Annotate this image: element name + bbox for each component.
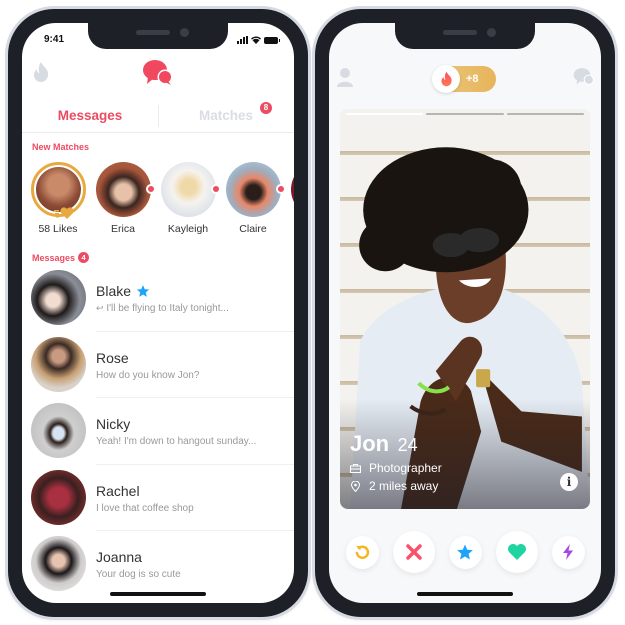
match-item-partial[interactable] [290, 162, 294, 246]
gold-toggle[interactable]: +8 [432, 65, 496, 93]
photo-indicator-1[interactable] [346, 113, 424, 115]
unread-dot [275, 184, 286, 194]
super-like-button[interactable] [448, 535, 482, 569]
header: +8 [329, 57, 601, 97]
x-icon [405, 544, 422, 560]
matches-badge: 8 [260, 102, 272, 114]
flame-icon [440, 71, 452, 87]
message-row[interactable]: Joanna Your dog is so cute [22, 531, 294, 598]
signal-icon [237, 36, 248, 44]
avatar [31, 536, 86, 591]
briefcase-icon [350, 463, 361, 473]
lightning-icon [563, 544, 573, 560]
notch [395, 23, 535, 49]
photo-indicator-2[interactable] [426, 113, 504, 115]
avatar [31, 270, 86, 325]
swipe-screen: +8 Jon 24 Photographer 2 miles away i [329, 23, 601, 603]
super-like-star-icon [136, 285, 150, 297]
match-item[interactable]: Kayleigh [160, 162, 221, 246]
unread-dot [210, 184, 221, 194]
location-pin-icon [350, 480, 361, 492]
action-bar [329, 531, 601, 573]
avatar [290, 162, 294, 217]
match-name: Kayleigh [167, 223, 209, 235]
messages-count-badge: 4 [78, 252, 90, 263]
new-matches-carousel[interactable]: 58 Likes Erica Kayleigh Claire [30, 162, 294, 246]
flame-icon[interactable] [32, 61, 50, 83]
message-row[interactable]: Nicky Yeah! I'm down to hangout sunday..… [22, 398, 294, 465]
match-name: 58 Likes [38, 223, 78, 235]
messages-logo-icon[interactable] [142, 59, 174, 87]
status-time: 9:41 [44, 34, 65, 45]
home-indicator[interactable] [417, 592, 513, 596]
avatar [31, 336, 86, 392]
match-item[interactable]: Erica [95, 162, 156, 246]
avatar [30, 162, 86, 219]
tab-matches[interactable]: Matches 8 [158, 99, 294, 132]
message-row[interactable]: Rachel I love that coffee shop [22, 465, 294, 531]
boost-button[interactable] [551, 535, 585, 569]
notch [88, 23, 228, 49]
message-row[interactable]: Rose How do you know Jon? [22, 332, 294, 398]
messages-icon[interactable] [573, 67, 595, 87]
unread-dot [145, 184, 156, 194]
new-matches-heading: New Matches [32, 142, 90, 152]
match-name: Claire [239, 223, 267, 235]
card-distance: 2 miles away [369, 479, 439, 493]
photo-progress [346, 113, 584, 115]
gold-likes-count: +8 [466, 73, 479, 85]
card-info: Jon 24 Photographer 2 miles away [350, 431, 442, 493]
likes-heart-icon [54, 207, 74, 219]
rewind-button[interactable] [345, 535, 379, 569]
avatar [31, 403, 86, 458]
avatar [160, 162, 221, 217]
heart-icon [507, 544, 526, 560]
messages-screen: 9:41 Messages Matches 8 New Matches 58 L… [22, 23, 294, 603]
like-button[interactable] [495, 531, 538, 573]
phone-swipe: +8 Jon 24 Photographer 2 miles away i [315, 9, 615, 617]
rewind-icon [355, 545, 370, 560]
match-likes[interactable]: 58 Likes [30, 162, 86, 246]
tab-messages[interactable]: Messages [22, 99, 158, 132]
wifi-icon [251, 36, 261, 44]
reply-arrow-icon: ↩ [96, 303, 104, 313]
card-name: Jon [350, 431, 390, 456]
avatar [31, 469, 86, 525]
phone-messages: 9:41 Messages Matches 8 New Matches 58 L… [8, 9, 308, 617]
messages-heading: Messages 4 [32, 252, 90, 263]
info-button[interactable]: i [560, 473, 578, 491]
match-item[interactable]: Claire [225, 162, 286, 246]
card-job: Photographer [369, 461, 442, 475]
avatar [225, 162, 286, 217]
match-name: Erica [111, 223, 135, 235]
messages-list: Blake ↩ I'll be flying to Italy tonight.… [22, 265, 294, 598]
photo-indicator-3[interactable] [506, 113, 584, 115]
profile-icon[interactable] [336, 67, 354, 87]
home-indicator[interactable] [110, 592, 206, 596]
avatar [95, 162, 156, 217]
header [22, 57, 294, 97]
nope-button[interactable] [392, 531, 435, 573]
tab-bar: Messages Matches 8 [22, 99, 294, 133]
profile-card[interactable]: Jon 24 Photographer 2 miles away i [340, 109, 590, 509]
message-row[interactable]: Blake ↩ I'll be flying to Italy tonight.… [22, 265, 294, 332]
star-icon [457, 544, 473, 560]
card-age: 24 [397, 435, 418, 455]
battery-icon [264, 37, 280, 44]
